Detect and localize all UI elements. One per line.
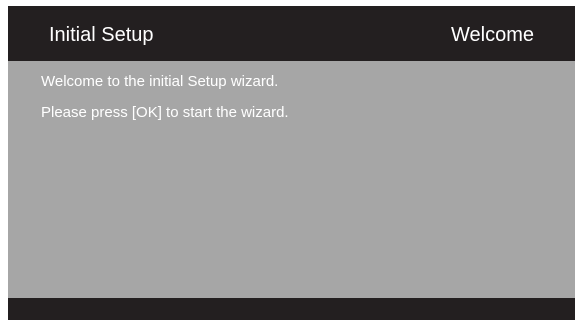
step-title: Welcome [451,24,534,46]
welcome-message: Welcome to the initial Setup wizard. [41,73,279,90]
setup-screen: Initial Setup Welcome Welcome to the ini… [8,6,575,320]
content-panel: Welcome to the initial Setup wizard. Ple… [41,72,301,134]
instruction-message: Please press [OK] to start the wizard. [41,104,289,121]
header-bar: Initial Setup Welcome [8,6,575,61]
footer-bar [8,298,575,320]
page-title: Initial Setup [49,24,154,46]
